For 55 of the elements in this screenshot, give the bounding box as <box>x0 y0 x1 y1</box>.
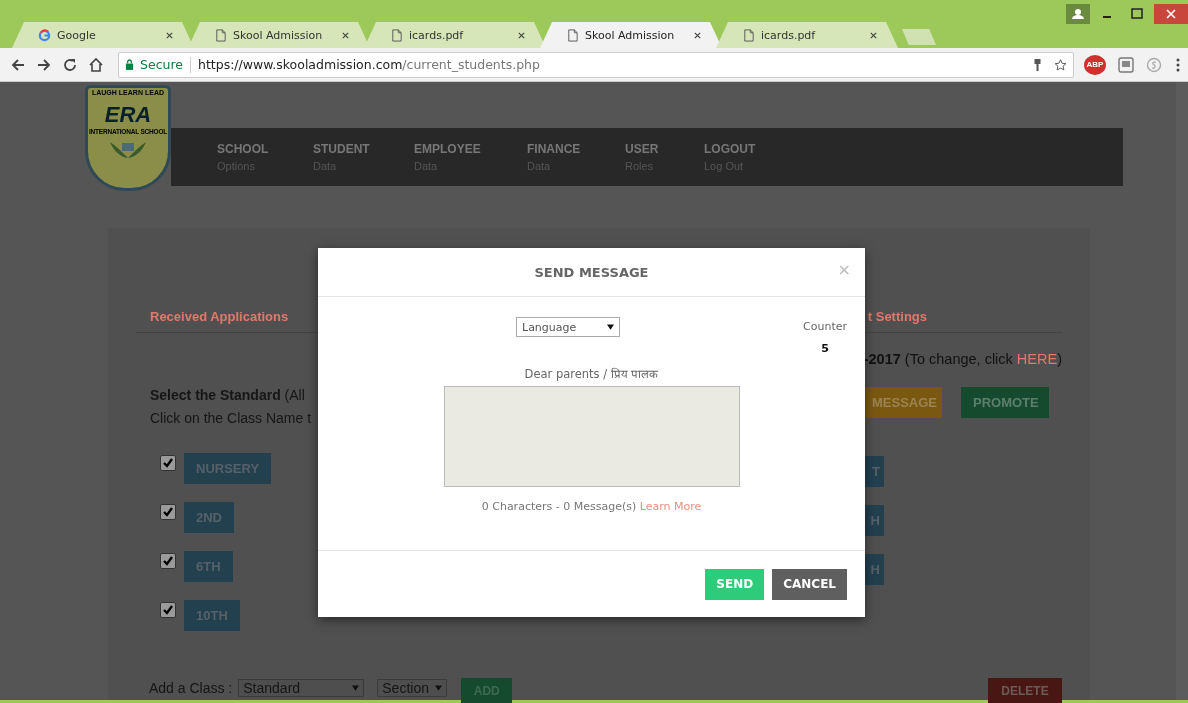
standard-select[interactable]: Standard <box>238 679 365 697</box>
greeting-text: Dear parents / प्रिय पालक <box>524 366 659 381</box>
home-icon[interactable] <box>88 56 104 73</box>
page-tab[interactable]: t Settings <box>867 308 927 324</box>
dropdown-icon <box>352 685 360 691</box>
instruction-text: Select the Standard (All <box>150 387 306 403</box>
page-icon <box>214 28 227 42</box>
dialog-title: SEND MESSAGE <box>534 264 649 280</box>
extension-icon[interactable] <box>1118 56 1134 73</box>
forward-icon[interactable] <box>36 56 52 73</box>
dropdown-icon <box>607 324 614 330</box>
close-icon[interactable] <box>165 30 174 40</box>
checkbox[interactable] <box>160 552 176 569</box>
page-icon <box>742 28 755 42</box>
dropdown-icon <box>435 685 443 691</box>
character-count: 0 Characters - 0 Message(s) Learn More <box>481 500 702 513</box>
user-icon[interactable] <box>1066 4 1090 24</box>
close-icon[interactable] <box>693 30 702 40</box>
logo-name: ERA <box>104 104 152 126</box>
address-field[interactable]: Secure https://www.skooladmission.com/current_students.php <box>118 51 1074 78</box>
lock-icon <box>125 59 134 70</box>
counter-label: Counter <box>803 320 847 333</box>
page-icon <box>390 28 403 42</box>
action-button[interactable]: PROMOTE <box>961 387 1049 418</box>
send-button[interactable]: SEND <box>705 568 765 600</box>
instruction-text: Click on the Class Name t <box>150 410 313 426</box>
delete-button[interactable]: DELETE <box>988 678 1062 703</box>
adblock-icon[interactable]: ABP <box>1084 54 1106 75</box>
checkbox[interactable] <box>160 503 176 520</box>
add-class-label: Add a Class : <box>149 680 233 696</box>
menu-icon[interactable] <box>1176 56 1180 73</box>
language-select[interactable]: Language <box>516 317 620 337</box>
page-tab[interactable]: Received Applications <box>150 308 289 324</box>
section-select[interactable]: Section <box>377 679 448 697</box>
back-icon[interactable] <box>10 56 26 73</box>
here-link[interactable]: HERE <box>1016 351 1058 367</box>
learn-more-link[interactable]: Learn More <box>639 500 702 513</box>
close-icon[interactable] <box>517 30 526 40</box>
close-icon[interactable] <box>1154 4 1188 24</box>
checkbox[interactable] <box>160 601 176 618</box>
checkbox[interactable] <box>160 454 176 471</box>
leaves-icon <box>108 140 148 160</box>
star-icon[interactable] <box>1054 57 1067 72</box>
scrollbar[interactable] <box>1176 82 1188 700</box>
cancel-button[interactable]: CANCEL <box>772 568 847 600</box>
year-note: -2017 (To change, click HERE) <box>863 351 1062 367</box>
reload-icon[interactable] <box>62 56 78 73</box>
browser-tab[interactable]: icards.pdf <box>716 22 898 48</box>
close-button[interactable]: × <box>837 262 851 278</box>
close-icon[interactable] <box>341 30 350 40</box>
message-field[interactable] <box>443 386 740 487</box>
google-icon <box>38 28 51 42</box>
page-icon <box>566 28 579 42</box>
close-icon[interactable] <box>869 30 878 40</box>
counter-value: 5 <box>821 342 829 355</box>
